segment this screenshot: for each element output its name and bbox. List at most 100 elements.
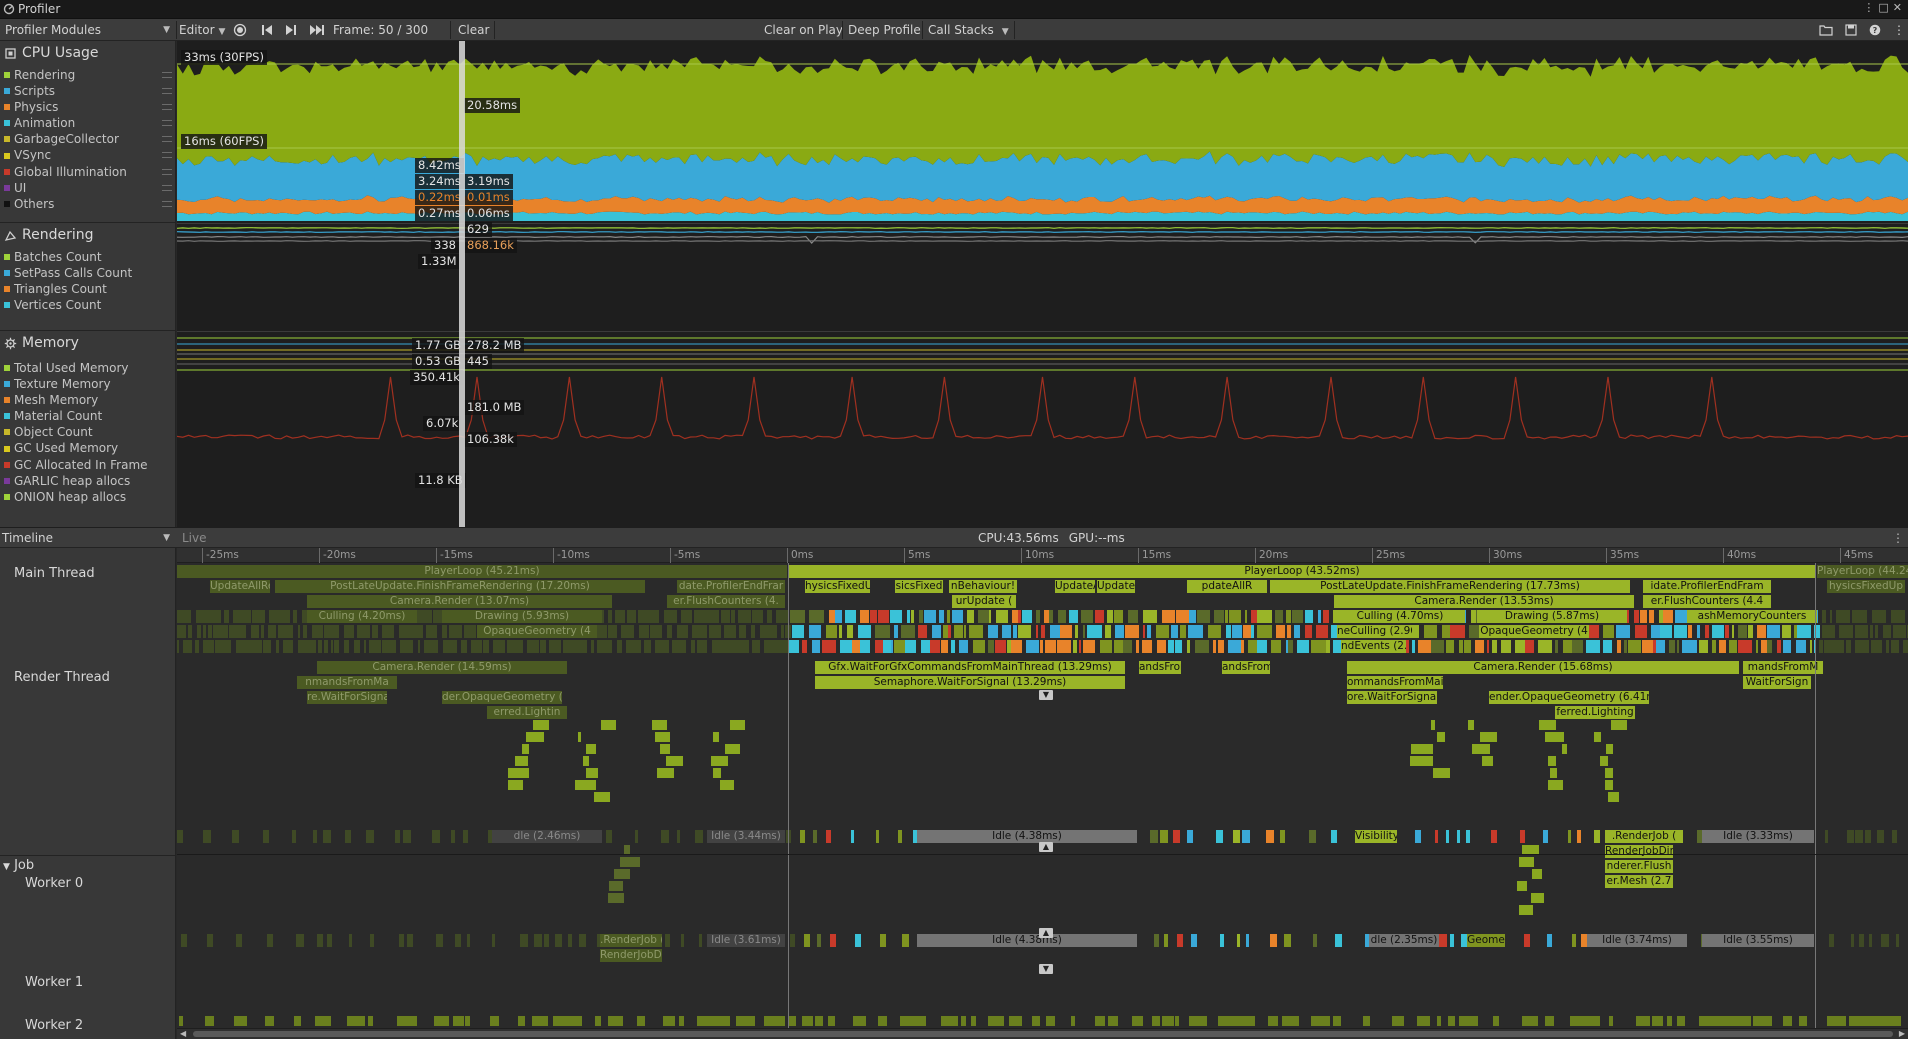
- main-thread-sample[interactable]: [1796, 640, 1806, 653]
- legend-item-triangles[interactable]: Triangles Count: [4, 281, 172, 297]
- worker2-sample[interactable]: [802, 1016, 813, 1026]
- main-thread-sample[interactable]: [1162, 610, 1175, 623]
- sample-rt-deferred-lighting[interactable]: ferred.Lighting: [1555, 706, 1635, 719]
- main-thread-sample[interactable]: [751, 625, 755, 638]
- sample-rt-commands-main[interactable]: ommandsFromMair: [1347, 676, 1443, 689]
- worker1-sample[interactable]: [1859, 934, 1864, 947]
- render-thread-sample[interactable]: [514, 756, 528, 766]
- render-thread-sample[interactable]: [508, 768, 529, 778]
- main-thread-sample[interactable]: [1147, 625, 1151, 638]
- main-thread-sample[interactable]: [1837, 640, 1844, 653]
- worker2-sample[interactable]: [1095, 1016, 1105, 1026]
- sample-rt-commands-next[interactable]: mandsFromM: [1743, 661, 1823, 674]
- target-dropdown[interactable]: Editor ▼: [174, 21, 230, 39]
- main-thread-sample[interactable]: [1412, 640, 1415, 653]
- worker0-sample[interactable]: [1568, 830, 1571, 843]
- main-thread-sample[interactable]: [752, 610, 763, 623]
- sample-culling[interactable]: Culling (4.70ms): [1335, 610, 1465, 623]
- worker1-sample[interactable]: [467, 934, 470, 947]
- render-thread-sample[interactable]: [666, 756, 683, 766]
- worker0-sample[interactable]: [203, 830, 211, 843]
- main-thread-sample[interactable]: [905, 640, 916, 653]
- main-thread-sample[interactable]: [1248, 640, 1257, 653]
- worker0-sample[interactable]: [451, 830, 455, 843]
- render-thread-sample[interactable]: [1467, 720, 1474, 730]
- worker2-sample[interactable]: [542, 1016, 547, 1026]
- main-thread-sample[interactable]: [1187, 640, 1190, 653]
- worker0-sample[interactable]: [313, 830, 317, 843]
- worker2-sample[interactable]: [205, 1016, 214, 1026]
- job-group-toggle[interactable]: ▼ Job: [3, 858, 34, 873]
- main-thread-sample[interactable]: [1424, 625, 1437, 638]
- main-thread-sample[interactable]: [1572, 640, 1583, 653]
- main-thread-sample[interactable]: [1732, 625, 1734, 638]
- main-thread-sample[interactable]: [1100, 640, 1112, 653]
- main-thread-sample[interactable]: [840, 640, 852, 653]
- worker0-sample[interactable]: [1242, 830, 1250, 843]
- drag-handle-icon[interactable]: [162, 152, 172, 159]
- main-thread-sample[interactable]: [1729, 640, 1737, 653]
- main-thread-sample[interactable]: [269, 610, 282, 623]
- worker0-sample[interactable]: [432, 830, 440, 843]
- main-thread-sample[interactable]: [1712, 625, 1724, 638]
- worker0-sample[interactable]: [1309, 830, 1316, 843]
- main-thread-sample[interactable]: [618, 610, 625, 623]
- main-thread-sample[interactable]: [978, 610, 989, 623]
- main-thread-sample[interactable]: [875, 640, 883, 653]
- legend-item-setpass[interactable]: SetPass Calls Count: [4, 265, 172, 281]
- main-thread-sample[interactable]: [268, 625, 276, 638]
- main-thread-sample[interactable]: [233, 610, 244, 623]
- worker2-sample[interactable]: [294, 1016, 301, 1026]
- main-thread-sample[interactable]: [344, 640, 349, 653]
- worker2-sample[interactable]: [679, 1016, 684, 1026]
- main-thread-sample[interactable]: [331, 640, 333, 653]
- worker1-sample[interactable]: [665, 934, 670, 947]
- legend-item-others[interactable]: Others: [4, 196, 172, 212]
- legend-item-rendering[interactable]: Rendering: [4, 67, 172, 83]
- worker0-sample[interactable]: [1233, 830, 1240, 843]
- worker2-sample[interactable]: [1009, 1016, 1022, 1026]
- sample-physicsfixed-2[interactable]: sicsFixed: [895, 580, 943, 593]
- main-thread-sample[interactable]: [677, 625, 686, 638]
- worker2-sample[interactable]: [1636, 1016, 1650, 1026]
- sample-camera-render-prev[interactable]: Camera.Render (13.07ms): [307, 595, 612, 608]
- main-thread-sample[interactable]: [1105, 625, 1111, 638]
- sample-camera-render[interactable]: Camera.Render (13.53ms): [1334, 595, 1634, 608]
- main-thread-sample[interactable]: [1538, 640, 1552, 653]
- main-thread-sample[interactable]: [1136, 640, 1139, 653]
- sample-w1-renderjob-prev[interactable]: .RenderJob (: [600, 934, 662, 947]
- main-thread-sample[interactable]: [324, 625, 339, 638]
- main-thread-sample[interactable]: [694, 610, 708, 623]
- main-thread-sample[interactable]: [802, 640, 807, 653]
- worker1-sample[interactable]: [327, 934, 332, 947]
- render-thread-sample[interactable]: [1479, 732, 1498, 742]
- render-thread-sample[interactable]: [725, 744, 740, 754]
- main-thread-sample[interactable]: [483, 640, 489, 653]
- worker1-sample[interactable]: [579, 934, 586, 947]
- main-thread-sample[interactable]: [629, 640, 641, 653]
- main-thread-sample[interactable]: [1058, 610, 1066, 623]
- main-thread-sample[interactable]: [433, 610, 442, 623]
- main-thread-sample[interactable]: [989, 610, 991, 623]
- main-thread-sample[interactable]: [1057, 640, 1071, 653]
- worker1-sample[interactable]: [1869, 934, 1872, 947]
- render-thread-sample[interactable]: [526, 732, 544, 742]
- main-thread-sample[interactable]: [1688, 625, 1692, 638]
- main-thread-sample[interactable]: [1022, 610, 1032, 623]
- main-thread-sample[interactable]: [1624, 640, 1627, 653]
- worker1-sample[interactable]: [1851, 934, 1854, 947]
- main-thread-sample[interactable]: [1563, 640, 1572, 653]
- worker0-sample[interactable]: [366, 830, 374, 843]
- main-thread-sample[interactable]: [1635, 625, 1647, 638]
- drag-handle-icon[interactable]: [162, 168, 172, 175]
- render-thread-sample[interactable]: [1544, 732, 1564, 742]
- sample-rt-deferred-prev[interactable]: erred.Lightin: [487, 706, 567, 719]
- main-thread-sample[interactable]: [638, 610, 653, 623]
- main-thread-sample[interactable]: [449, 625, 462, 638]
- sample-rt-commands-main-prev[interactable]: nmandsFromMa: [297, 676, 397, 689]
- main-thread-sample[interactable]: [1442, 625, 1450, 638]
- worker2-sample[interactable]: [828, 1016, 835, 1026]
- sample-w0-mesh[interactable]: er.Mesh (2.7: [1605, 875, 1673, 888]
- main-thread-sample[interactable]: [1226, 625, 1231, 638]
- main-thread-sample[interactable]: [1156, 625, 1169, 638]
